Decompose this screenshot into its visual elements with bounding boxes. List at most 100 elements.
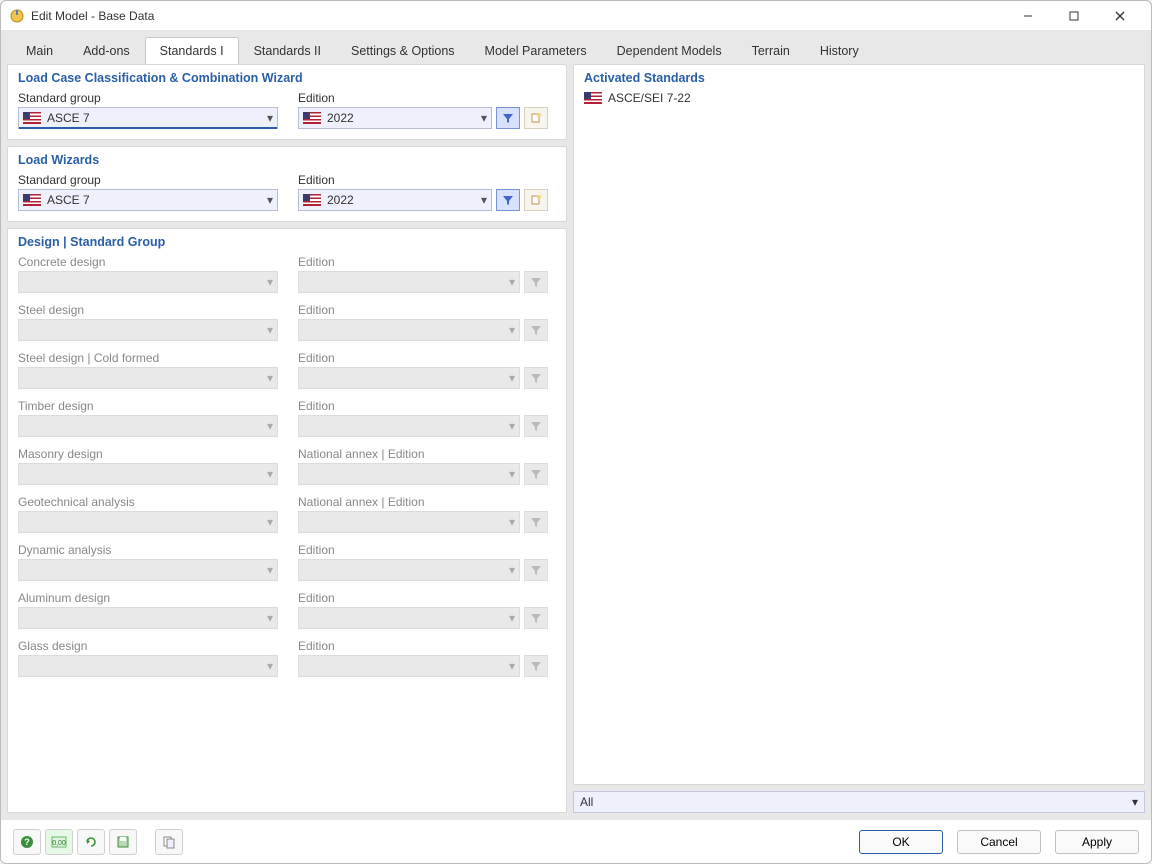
select-design-standard: ▾ <box>18 271 278 293</box>
label-edition: Edition <box>298 173 548 187</box>
tab-standards-i[interactable]: Standards I <box>145 37 239 64</box>
flag-us-icon <box>23 112 41 124</box>
design-edition-label: National annex | Edition <box>298 447 548 461</box>
filter-button <box>524 415 548 437</box>
apply-button[interactable]: Apply <box>1055 830 1139 854</box>
tab-terrain[interactable]: Terrain <box>737 37 805 64</box>
section-design: Design | Standard Group Concrete design ▾… <box>7 228 567 813</box>
section-load-wizards: Load Wizards Standard group ASCE 7 ▾ Edi… <box>7 146 567 222</box>
filter-button[interactable] <box>496 189 520 211</box>
maximize-button[interactable] <box>1051 1 1097 31</box>
design-row-label: Masonry design <box>18 447 278 461</box>
chevron-down-icon: ▾ <box>267 323 273 337</box>
chevron-down-icon: ▾ <box>267 659 273 673</box>
select-design-standard: ▾ <box>18 607 278 629</box>
chevron-down-icon: ▾ <box>509 275 515 289</box>
tab-model-parameters[interactable]: Model Parameters <box>470 37 602 64</box>
chevron-down-icon: ▾ <box>267 275 273 289</box>
select-design-standard: ▾ <box>18 367 278 389</box>
tab-standards-ii[interactable]: Standards II <box>239 37 336 64</box>
select-design-edition: ▾ <box>298 463 520 485</box>
chevron-down-icon: ▾ <box>267 111 273 125</box>
design-row-label: Timber design <box>18 399 278 413</box>
ok-button[interactable]: OK <box>859 830 943 854</box>
design-row-label: Steel design <box>18 303 278 317</box>
chevron-down-icon: ▾ <box>509 371 515 385</box>
dialog-window: Edit Model - Base Data Main Add-ons Stan… <box>0 0 1152 864</box>
select-design-edition: ▾ <box>298 415 520 437</box>
select-design-edition: ▾ <box>298 271 520 293</box>
chevron-down-icon: ▾ <box>481 111 487 125</box>
select-design-standard: ▾ <box>18 319 278 341</box>
tab-settings-options[interactable]: Settings & Options <box>336 37 470 64</box>
design-row-label: Concrete design <box>18 255 278 269</box>
label-standard-group: Standard group <box>18 173 278 187</box>
filter-button <box>524 559 548 581</box>
select-design-standard: ▾ <box>18 655 278 677</box>
new-button[interactable] <box>524 107 548 129</box>
select-design-edition: ▾ <box>298 367 520 389</box>
svg-text:?: ? <box>24 837 30 847</box>
select-design-standard: ▾ <box>18 415 278 437</box>
chevron-down-icon: ▾ <box>481 193 487 207</box>
titlebar: Edit Model - Base Data <box>1 1 1151 31</box>
tab-addons[interactable]: Add-ons <box>68 37 145 64</box>
clipboard-button[interactable] <box>155 829 183 855</box>
filter-button <box>524 271 548 293</box>
chevron-down-icon: ▾ <box>267 193 273 207</box>
chevron-down-icon: ▾ <box>267 467 273 481</box>
section-title: Design | Standard Group <box>18 235 556 249</box>
filter-button <box>524 607 548 629</box>
app-icon <box>9 8 25 24</box>
new-button[interactable] <box>524 189 548 211</box>
design-edition-label: Edition <box>298 351 548 365</box>
cancel-button[interactable]: Cancel <box>957 830 1041 854</box>
filter-button <box>524 655 548 677</box>
label-edition: Edition <box>298 91 548 105</box>
save-default-button[interactable] <box>109 829 137 855</box>
chevron-down-icon: ▾ <box>509 611 515 625</box>
reset-button[interactable] <box>77 829 105 855</box>
chevron-down-icon: ▾ <box>1132 795 1138 809</box>
flag-us-icon <box>303 112 321 124</box>
select-standard-group[interactable]: ASCE 7 ▾ <box>18 189 278 211</box>
units-button[interactable]: 0,00 <box>45 829 73 855</box>
filter-button <box>524 367 548 389</box>
close-button[interactable] <box>1097 1 1143 31</box>
select-design-edition: ▾ <box>298 607 520 629</box>
activated-filter-select[interactable]: All ▾ <box>573 791 1145 813</box>
activated-standard-label: ASCE/SEI 7‑22 <box>608 91 691 105</box>
chevron-down-icon: ▾ <box>267 611 273 625</box>
design-edition-label: Edition <box>298 639 548 653</box>
select-design-edition: ▾ <box>298 319 520 341</box>
chevron-down-icon: ▾ <box>509 659 515 673</box>
select-design-standard: ▾ <box>18 463 278 485</box>
tab-dependent-models[interactable]: Dependent Models <box>602 37 737 64</box>
select-design-edition: ▾ <box>298 559 520 581</box>
tab-history[interactable]: History <box>805 37 874 64</box>
design-edition-label: National annex | Edition <box>298 495 548 509</box>
chevron-down-icon: ▾ <box>267 563 273 577</box>
filter-button <box>524 463 548 485</box>
filter-button <box>524 319 548 341</box>
activated-standard-item[interactable]: ASCE/SEI 7‑22 <box>584 91 1134 105</box>
filter-button[interactable] <box>496 107 520 129</box>
select-edition[interactable]: 2022 ▾ <box>298 189 492 211</box>
design-row-label: Steel design | Cold formed <box>18 351 278 365</box>
chevron-down-icon: ▾ <box>267 515 273 529</box>
window-title: Edit Model - Base Data <box>31 9 154 23</box>
select-design-edition: ▾ <box>298 511 520 533</box>
filter-button <box>524 511 548 533</box>
chevron-down-icon: ▾ <box>267 371 273 385</box>
select-edition[interactable]: 2022 ▾ <box>298 107 492 129</box>
label-standard-group: Standard group <box>18 91 278 105</box>
chevron-down-icon: ▾ <box>509 563 515 577</box>
help-button[interactable]: ? <box>13 829 41 855</box>
tab-main[interactable]: Main <box>11 37 68 64</box>
chevron-down-icon: ▾ <box>509 323 515 337</box>
select-standard-group[interactable]: ASCE 7 ▾ <box>18 107 278 129</box>
section-title: Load Case Classification & Combination W… <box>18 71 556 85</box>
minimize-button[interactable] <box>1005 1 1051 31</box>
design-edition-label: Edition <box>298 543 548 557</box>
design-row-label: Geotechnical analysis <box>18 495 278 509</box>
